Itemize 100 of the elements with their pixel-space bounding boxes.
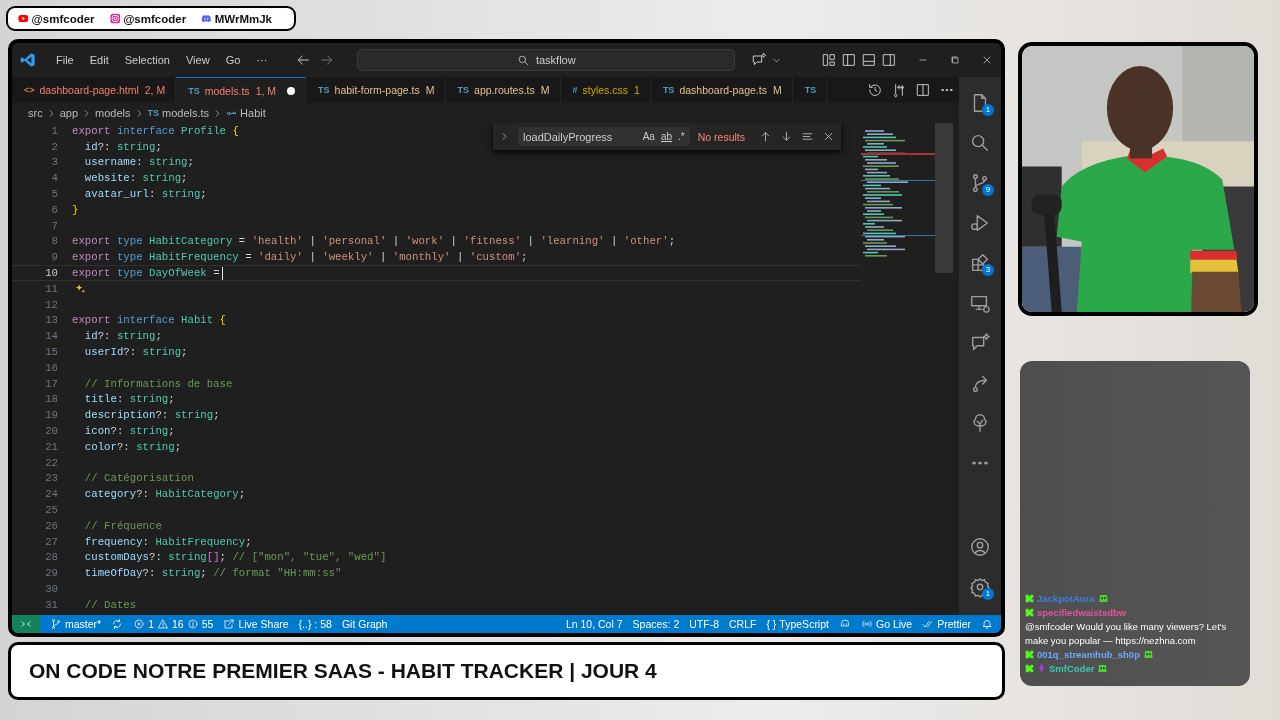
find-option-toggle[interactable]: ab	[660, 131, 673, 142]
code-line: website: string;	[83, 172, 188, 185]
menu-item[interactable]: Edit	[83, 54, 115, 66]
layout-icon[interactable]	[821, 52, 837, 68]
status-item[interactable]: UTF-8	[689, 618, 719, 630]
breadcrumb-item[interactable]: models.ts	[162, 107, 210, 119]
sync-icon[interactable]	[111, 618, 124, 630]
braces-icon[interactable]: { }	[766, 618, 777, 630]
search-icon[interactable]	[969, 132, 991, 154]
line-number: 20	[44, 425, 58, 438]
split-editor-icon[interactable]	[915, 82, 931, 98]
platform-badge-icon	[1025, 664, 1034, 673]
menu-item[interactable]: File	[50, 54, 80, 66]
code-line: avatar_url: string;	[83, 188, 207, 201]
file-type-icon: TS	[147, 108, 159, 118]
settings-icon[interactable]	[969, 576, 991, 598]
status-item[interactable]: Ln 10, Col 7	[565, 618, 623, 630]
line-number: 12	[44, 298, 58, 311]
list-icon[interactable]	[801, 130, 814, 143]
history-icon[interactable]	[867, 82, 883, 98]
find-option-toggle[interactable]: .*	[678, 131, 685, 142]
status-item[interactable]: {..} : 58	[298, 618, 332, 630]
info-icon[interactable]	[186, 618, 199, 630]
copilot-icon[interactable]	[838, 618, 851, 630]
line-number: 1	[50, 124, 58, 137]
arrow-down-icon[interactable]	[780, 130, 793, 143]
social-handle: @smfcoder	[123, 12, 187, 25]
code-line: category?: HabitCategory;	[83, 488, 246, 501]
line-number: 5	[50, 188, 58, 201]
compare-icon[interactable]	[891, 82, 907, 98]
code-line: export type DayOfWeek =	[72, 267, 220, 280]
branch-icon[interactable]	[50, 618, 62, 630]
status-item[interactable]: Prettier	[937, 618, 971, 630]
run-debug-icon[interactable]	[969, 212, 991, 234]
code-line: description?: string;	[83, 409, 220, 422]
code-line: // Informations de base	[83, 377, 233, 390]
breadcrumb-item[interactable]: src	[28, 107, 43, 119]
close-icon[interactable]	[981, 54, 993, 66]
status-item[interactable]: TypeScript	[779, 618, 829, 630]
code-line: id?: string;	[83, 140, 162, 153]
menu-item[interactable]: Selection	[118, 54, 176, 66]
restore-icon[interactable]	[949, 54, 961, 66]
menu-item[interactable]: Go	[219, 54, 247, 66]
line-number: 2	[50, 140, 58, 153]
line-number: 6	[50, 203, 58, 216]
account-icon[interactable]	[969, 536, 991, 558]
status-item[interactable]: CRLF	[729, 618, 757, 630]
find-option-toggle[interactable]: Aa	[642, 131, 655, 142]
warning-icon[interactable]	[157, 618, 170, 630]
line-number: 16	[44, 361, 58, 374]
social-handle: @smfcoder	[31, 12, 95, 25]
error-count[interactable]: 1	[148, 618, 155, 630]
code-line: export type HabitFrequency = 'daily' | 'weekly' | 'monthly' | 'custom';	[72, 251, 528, 264]
close-icon[interactable]	[822, 130, 835, 143]
status-item[interactable]: Spaces: 2	[632, 618, 680, 630]
info-count[interactable]: 55	[201, 618, 214, 630]
breadcrumb-item[interactable]: Habit	[240, 107, 266, 119]
status-item[interactable]: Live Share	[238, 618, 289, 630]
command-search-field[interactable]: taskflow	[357, 49, 736, 71]
breadcrumb-item[interactable]: models	[95, 107, 131, 119]
code-line: // Fréquence	[83, 519, 162, 532]
line-number: 13	[44, 314, 58, 327]
stream-title: ON CODE NOTRE PREMIER SAAS - HABIT TRACKER | JOUR 4	[29, 659, 657, 683]
line-number: 4	[50, 172, 58, 185]
line-number: 31	[44, 598, 58, 611]
line-number: 22	[44, 456, 58, 469]
menu-item[interactable]: View	[179, 54, 216, 66]
line-number: 21	[44, 440, 58, 453]
warning-count[interactable]: 16	[172, 618, 184, 630]
status-item[interactable]: Git Graph	[341, 618, 388, 630]
code-line: // Dates	[83, 598, 137, 611]
sparkle-icon[interactable]	[75, 283, 86, 295]
editor-tab[interactable]: TS models.ts 1, M	[176, 77, 307, 103]
line-number: 28	[44, 551, 58, 564]
back-arrow-icon[interactable]	[295, 52, 312, 68]
status-item[interactable]: master*	[65, 618, 102, 630]
extensions-icon[interactable]	[969, 252, 991, 274]
code-line: export interface Profile {	[72, 124, 239, 137]
line-number: 7	[50, 219, 58, 232]
arrow-up-icon[interactable]	[759, 130, 772, 143]
line-number: 30	[44, 583, 58, 595]
app-logo-icon	[20, 52, 36, 68]
find-input[interactable]: loadDailyProgress Aa ab .*	[518, 127, 690, 146]
panel-toggle-icon[interactable]	[861, 52, 877, 68]
line-number: 29	[44, 567, 58, 580]
breadcrumb-item[interactable]: app	[59, 107, 79, 119]
error-icon[interactable]	[133, 618, 146, 630]
bell-icon[interactable]	[981, 618, 993, 630]
sidebar-toggle-icon[interactable]	[881, 52, 897, 68]
line-number: 9	[50, 251, 58, 264]
line-number: 23	[44, 472, 58, 485]
sidebar-toggle-icon[interactable]	[841, 52, 857, 68]
status-item[interactable]: Go Live	[875, 618, 913, 630]
chat-icon[interactable]	[751, 52, 768, 68]
share-icon[interactable]	[223, 618, 236, 630]
menu-item[interactable]: ···	[250, 54, 274, 66]
check-icon[interactable]	[922, 618, 935, 630]
line-number: 8	[50, 235, 58, 248]
chat-username[interactable]: SmfCoder	[1049, 663, 1095, 674]
line-number: 19	[44, 409, 58, 422]
